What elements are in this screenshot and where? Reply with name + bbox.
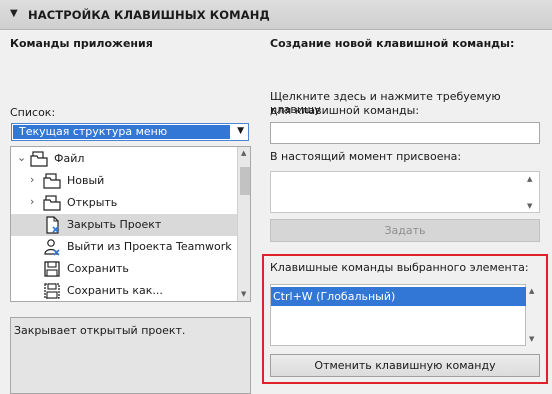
- chevron-right-icon[interactable]: ›: [30, 195, 34, 208]
- tree-item-save-as[interactable]: Сохранить как...: [11, 280, 237, 301]
- tree-item-close-project[interactable]: Закрыть Проект: [11, 214, 237, 236]
- tree-item-label: Закрыть Проект: [67, 218, 162, 231]
- select-value: Текущая структура меню: [13, 125, 230, 139]
- command-tree[interactable]: ⌄ Файл › Новый › Открыть Закрыть Проект: [10, 146, 251, 302]
- triangle-down-icon[interactable]: ▼: [10, 8, 18, 19]
- folder-icon: [43, 173, 61, 189]
- chevron-right-icon[interactable]: ›: [30, 173, 34, 186]
- tree-item-label: Файл: [54, 152, 85, 165]
- chevron-down-icon[interactable]: ▼: [237, 126, 244, 136]
- save-as-icon: [44, 283, 60, 299]
- teamwork-user-icon: [44, 239, 60, 256]
- app-commands-heading: Команды приложения: [10, 37, 153, 50]
- tree-scrollbar[interactable]: ▲ ▼: [237, 147, 250, 301]
- assigned-label: В настоящий момент присвоена:: [270, 150, 462, 163]
- scroll-down-icon[interactable]: ▼: [527, 202, 532, 210]
- tree-item-new[interactable]: › Новый: [11, 170, 237, 192]
- assign-button[interactable]: Задать: [270, 219, 540, 242]
- tree-item-label: Выйти из Проекта Teamwork: [67, 240, 232, 253]
- scroll-up-icon[interactable]: ▲: [241, 149, 246, 157]
- instruction-line-2: для клавишной команды:: [270, 104, 420, 117]
- assigned-list[interactable]: ▲ ▼: [270, 171, 540, 213]
- tree-item-file[interactable]: ⌄ Файл: [11, 148, 237, 170]
- scroll-up-icon[interactable]: ▲: [529, 287, 534, 295]
- folder-icon: [43, 195, 61, 211]
- save-icon: [44, 261, 60, 277]
- key-capture-field[interactable]: [270, 122, 540, 144]
- tree-item-label: Новый: [67, 174, 105, 187]
- scroll-down-icon[interactable]: ▼: [529, 335, 534, 343]
- new-shortcut-heading: Создание новой клавишной команды:: [270, 37, 515, 50]
- command-description: Закрывает открытый проект.: [10, 317, 251, 394]
- folder-icon: [30, 151, 48, 167]
- panel-title: НАСТРОЙКА КЛАВИШНЫХ КОМАНД: [28, 8, 270, 22]
- close-document-icon: [46, 216, 59, 234]
- shortcuts-label: Клавишные команды выбранного элемента:: [270, 261, 529, 274]
- tree-item-open[interactable]: › Открыть: [11, 192, 237, 214]
- menu-structure-select[interactable]: Текущая структура меню ▼: [11, 123, 249, 141]
- tree-item-label: Сохранить как...: [67, 284, 163, 297]
- scroll-thumb[interactable]: [240, 167, 250, 195]
- tree-item-label: Открыть: [67, 196, 118, 209]
- scroll-up-icon[interactable]: ▲: [527, 175, 532, 183]
- tree-item-save[interactable]: Сохранить: [11, 258, 237, 280]
- tree-item-leave-teamwork[interactable]: Выйти из Проекта Teamwork: [11, 236, 237, 258]
- description-text: Закрывает открытый проект.: [14, 324, 186, 337]
- shortcuts-list[interactable]: Ctrl+W (Глобальный) ▲ ▼: [270, 284, 534, 346]
- list-label: Список:: [10, 106, 56, 119]
- shortcut-item[interactable]: Ctrl+W (Глобальный): [271, 287, 526, 306]
- scroll-down-icon[interactable]: ▼: [241, 290, 246, 298]
- chevron-expanded-icon[interactable]: ⌄: [17, 151, 26, 164]
- panel-header[interactable]: ▼ НАСТРОЙКА КЛАВИШНЫХ КОМАНД: [0, 0, 552, 30]
- tree-item-label: Сохранить: [67, 262, 129, 275]
- cancel-shortcut-button[interactable]: Отменить клавишную команду: [270, 354, 540, 377]
